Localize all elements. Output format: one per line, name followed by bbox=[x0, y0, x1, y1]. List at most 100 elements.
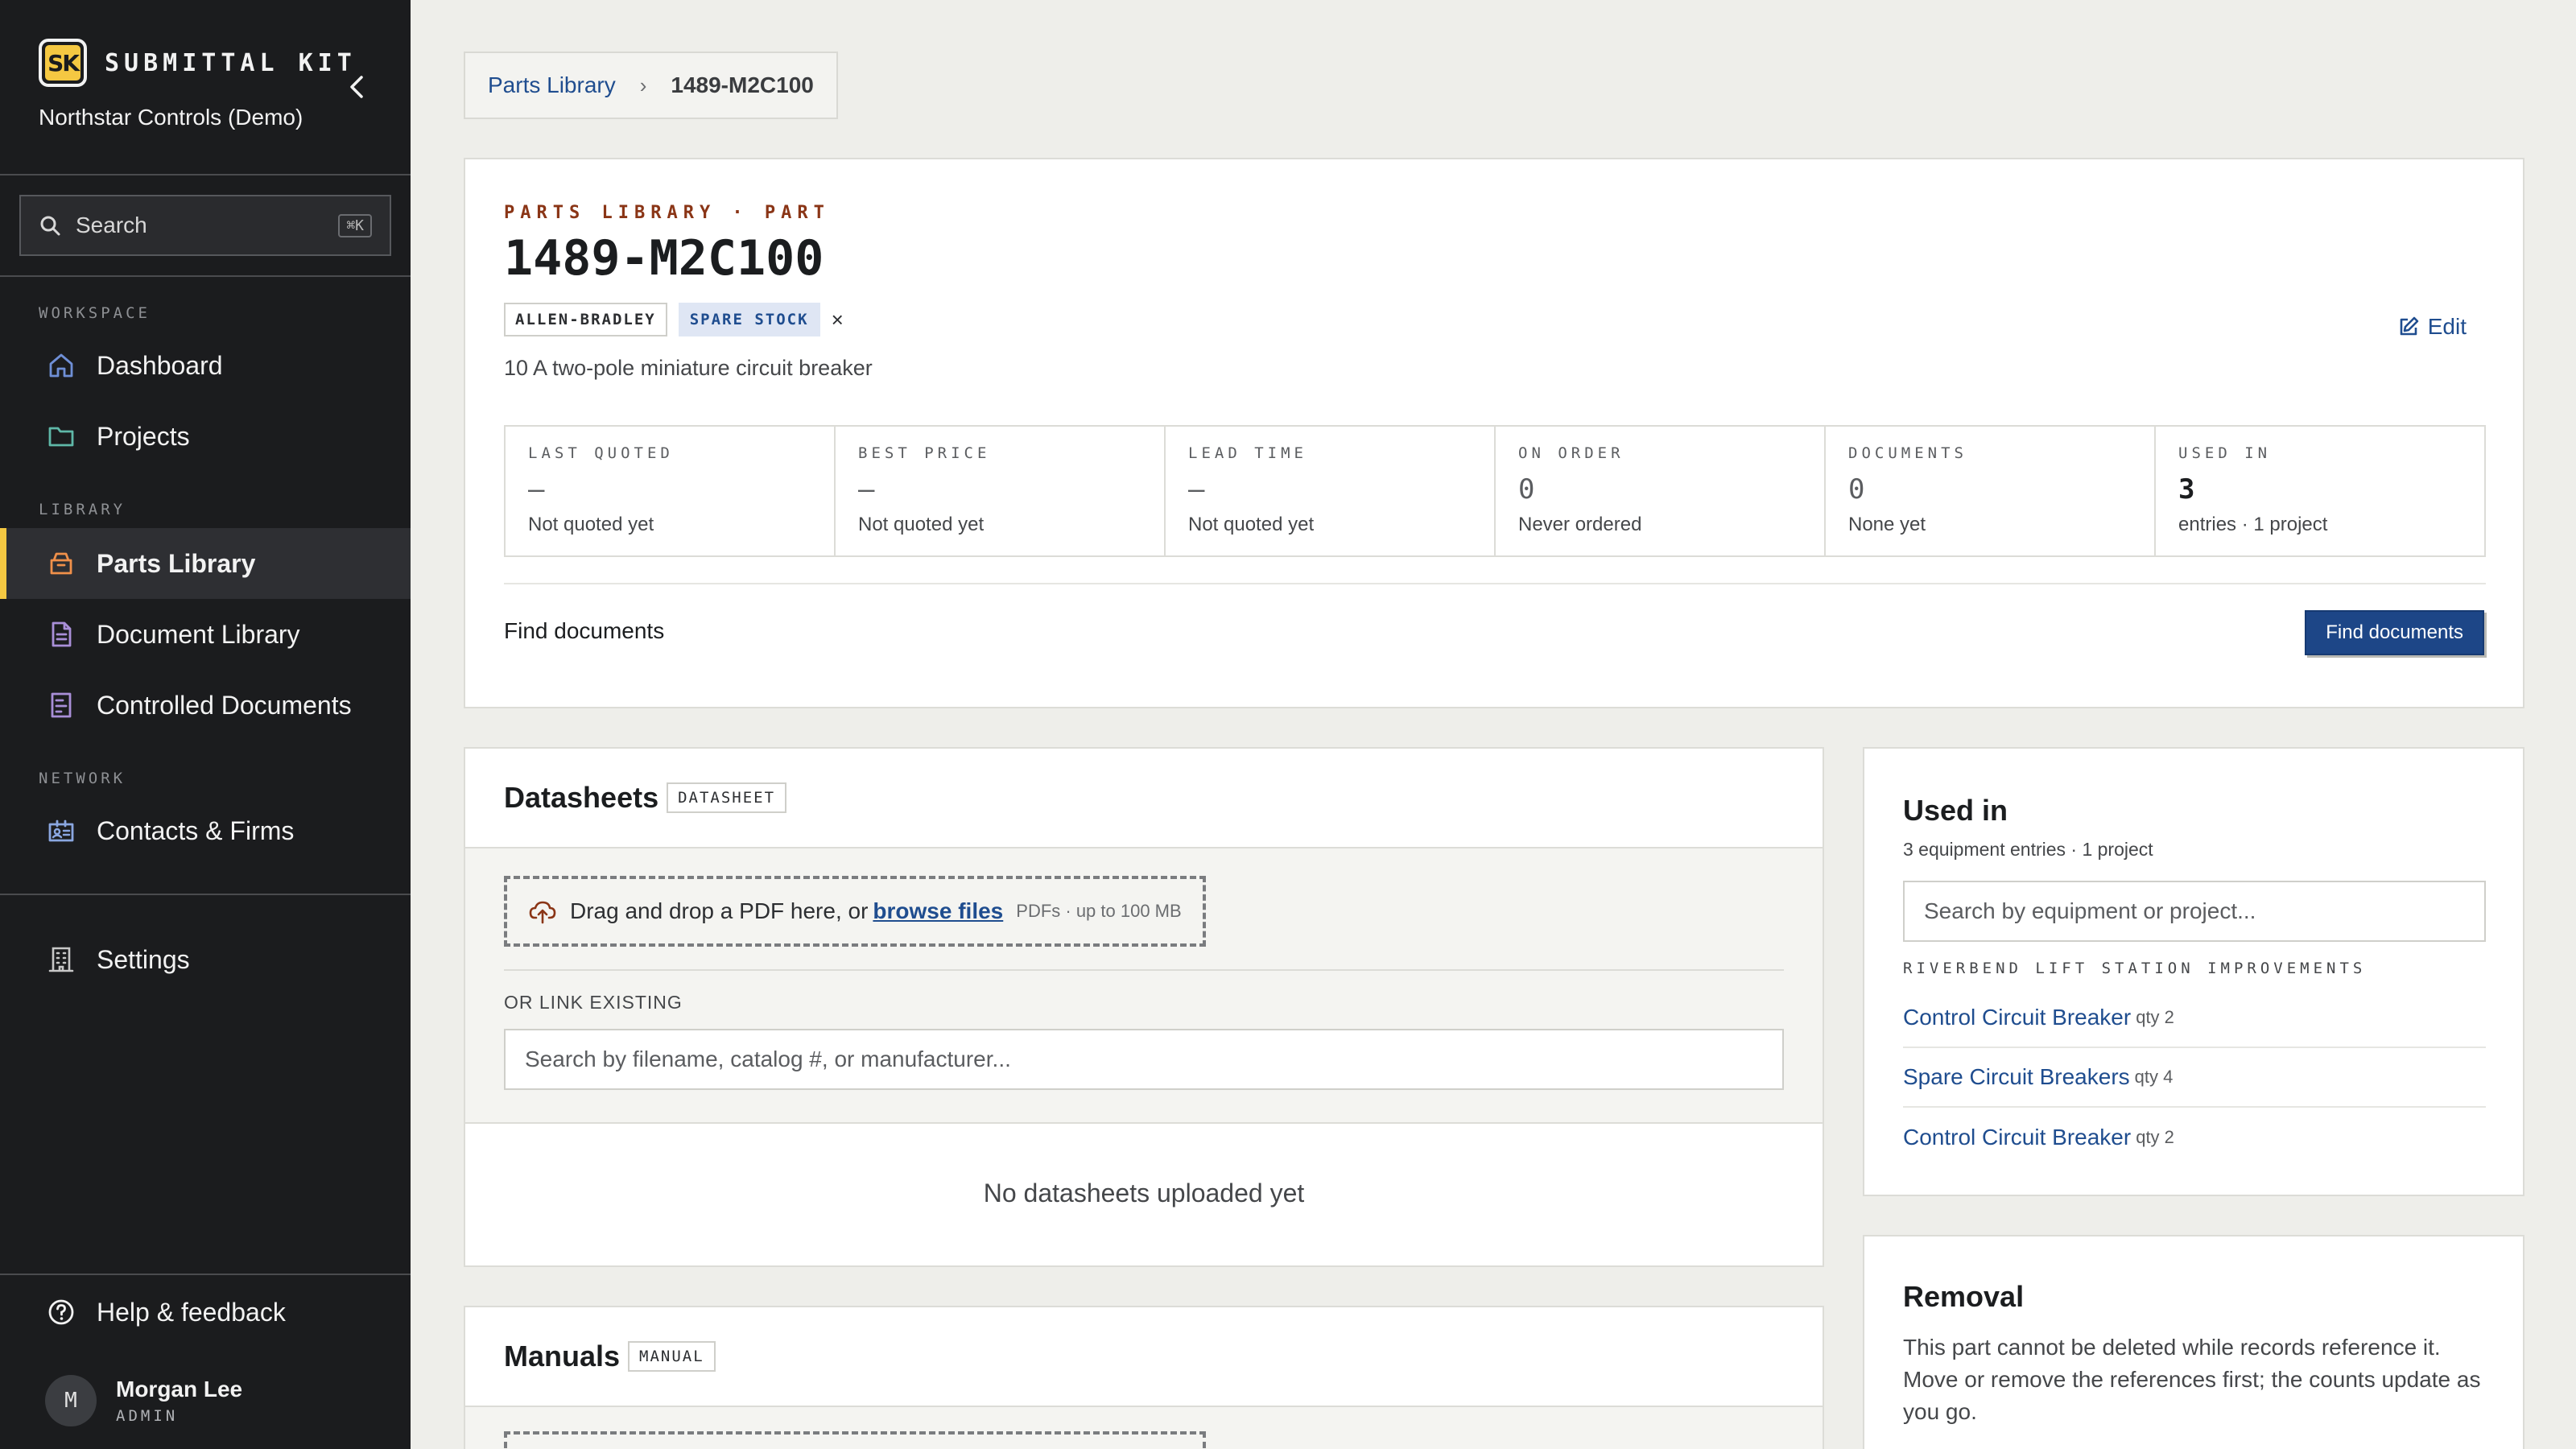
stat-value: 0 bbox=[1518, 473, 1535, 506]
used-in-subtitle: 3 equipment entries · 1 project bbox=[1903, 839, 2153, 860]
stat-sub: entries · 1 project bbox=[2178, 514, 2328, 535]
list-item: Control Circuit Breaker qty 2 bbox=[1903, 1108, 2486, 1167]
datasheets-upload-area: Drag and drop a PDF here, or browse file… bbox=[465, 847, 1823, 1124]
help-feedback-link[interactable]: Help & feedback bbox=[0, 1277, 411, 1348]
stat-label: USED IN bbox=[2178, 444, 2272, 462]
breadcrumb-current: 1489-M2C100 bbox=[671, 72, 814, 97]
sidebar-item-controlled-documents[interactable]: Controlled Documents bbox=[0, 670, 411, 741]
equipment-entry-link[interactable]: Spare Circuit Breakers bbox=[1903, 1064, 2130, 1090]
dropzone-text: Drag and drop a PDF here, or bbox=[570, 898, 869, 923]
stat-sub: Never ordered bbox=[1518, 514, 1642, 535]
sidebar-item-contacts-firms[interactable]: Contacts & Firms bbox=[0, 795, 411, 866]
nav-section-network: NETWORK bbox=[39, 770, 126, 787]
list-item: Spare Circuit Breakers qty 4 bbox=[1903, 1048, 2486, 1108]
stat-label: ON ORDER bbox=[1518, 444, 1624, 462]
search-input[interactable]: Search ⌘K bbox=[19, 195, 391, 256]
box-icon bbox=[45, 547, 77, 580]
edit-label: Edit bbox=[2427, 314, 2467, 339]
stat-label: DOCUMENTS bbox=[1848, 444, 1967, 462]
or-link-existing-label: OR LINK EXISTING bbox=[504, 992, 683, 1013]
manuals-header: Manuals MANUAL bbox=[504, 1340, 716, 1373]
stat-label: BEST PRICE bbox=[858, 444, 991, 462]
used-in-search-input[interactable]: Search by equipment or project... bbox=[1903, 881, 2486, 942]
sidebar-item-label: Controlled Documents bbox=[97, 690, 352, 720]
sidebar: SK SUBMITTAL KIT Northstar Controls (Dem… bbox=[0, 0, 411, 1449]
stat-on-order: ON ORDER 0 Never ordered bbox=[1496, 427, 1826, 555]
divider bbox=[504, 583, 2486, 584]
status-badge[interactable]: SPARE STOCK bbox=[678, 303, 820, 336]
sidebar-item-label: Contacts & Firms bbox=[97, 815, 295, 845]
part-stats: LAST QUOTED — Not quoted yet BEST PRICE … bbox=[504, 425, 2486, 557]
part-summary-card: PARTS LIBRARY · PART 1489-M2C100 ALLEN-B… bbox=[464, 158, 2524, 708]
user-role: ADMIN bbox=[116, 1407, 179, 1425]
nav-section-library: LIBRARY bbox=[39, 501, 126, 518]
part-description: 10 A two-pole miniature circuit breaker bbox=[504, 356, 873, 380]
entry-qty: qty 4 bbox=[2134, 1067, 2174, 1087]
brand[interactable]: SK SUBMITTAL KIT bbox=[39, 39, 357, 87]
sidebar-item-parts-library[interactable]: Parts Library bbox=[0, 528, 411, 599]
equipment-entry-link[interactable]: Control Circuit Breaker bbox=[1903, 1125, 2131, 1150]
project-group-label: RIVERBEND LIFT STATION IMPROVEMENTS bbox=[1903, 960, 2367, 977]
part-eyebrow: PARTS LIBRARY · PART bbox=[504, 203, 830, 223]
folder-icon bbox=[45, 420, 77, 452]
stat-sub: Not quoted yet bbox=[858, 514, 985, 535]
app-logo: SK bbox=[39, 39, 87, 87]
nav-section-workspace: WORKSPACE bbox=[39, 304, 151, 322]
manuals-title: Manuals bbox=[504, 1340, 621, 1373]
sidebar-item-label: Document Library bbox=[97, 619, 300, 649]
sidebar-item-projects[interactable]: Projects bbox=[0, 401, 411, 472]
used-in-list: Control Circuit Breaker qty 2 Spare Circ… bbox=[1903, 989, 2486, 1167]
sidebar-item-settings[interactable]: Settings bbox=[0, 924, 411, 995]
stat-label: LEAD TIME bbox=[1188, 444, 1307, 462]
removal-text: This part cannot be deleted while record… bbox=[1903, 1335, 2481, 1424]
used-in-title: Used in bbox=[1903, 794, 2008, 827]
breadcrumb-parts-library-link[interactable]: Parts Library bbox=[488, 72, 616, 98]
removal-card: Removal This part cannot be deleted whil… bbox=[1863, 1235, 2524, 1449]
sidebar-item-label: Settings bbox=[97, 944, 190, 974]
chevron-left-icon bbox=[350, 76, 363, 98]
manual-dropzone[interactable] bbox=[504, 1431, 1206, 1449]
search-label: Search bbox=[76, 213, 147, 237]
find-documents-label: Find documents bbox=[504, 618, 665, 643]
list-item: Control Circuit Breaker qty 2 bbox=[1903, 989, 2486, 1048]
user-menu[interactable]: M Morgan Lee ADMIN bbox=[45, 1375, 242, 1426]
manual-type-tag: MANUAL bbox=[628, 1341, 716, 1372]
browse-files-link[interactable]: browse files bbox=[873, 898, 1003, 924]
user-name: Morgan Lee bbox=[116, 1377, 243, 1402]
entry-qty: qty 2 bbox=[2136, 1007, 2174, 1027]
stat-last-quoted: LAST QUOTED — Not quoted yet bbox=[506, 427, 836, 555]
find-documents-button[interactable]: Find documents bbox=[2305, 610, 2484, 655]
stat-used-in: USED IN 3 entries · 1 project bbox=[2156, 427, 2484, 555]
entry-qty: qty 2 bbox=[2136, 1127, 2174, 1147]
link-existing-search-input[interactable]: Search by filename, catalog #, or manufa… bbox=[504, 1029, 1784, 1090]
sidebar-divider bbox=[0, 275, 411, 277]
collapse-sidebar-button[interactable] bbox=[342, 71, 371, 103]
dropzone-hint: PDFs · up to 100 MB bbox=[1016, 901, 1182, 921]
stat-sub: Not quoted yet bbox=[528, 514, 654, 535]
stat-label: LAST QUOTED bbox=[528, 444, 674, 462]
home-icon bbox=[45, 349, 77, 382]
sidebar-item-document-library[interactable]: Document Library bbox=[0, 599, 411, 670]
equipment-entry-link[interactable]: Control Circuit Breaker bbox=[1903, 1005, 2131, 1030]
controlled-document-icon bbox=[45, 689, 77, 721]
search-shortcut: ⌘K bbox=[338, 213, 372, 237]
removal-title: Removal bbox=[1903, 1280, 2025, 1313]
building-icon bbox=[45, 943, 77, 976]
datasheets-title: Datasheets bbox=[504, 781, 659, 814]
breadcrumb: Parts Library › 1489-M2C100 bbox=[464, 52, 838, 119]
org-name: Northstar Controls (Demo) bbox=[39, 105, 303, 130]
edit-button[interactable]: Edit bbox=[2397, 314, 2467, 340]
manufacturer-tag[interactable]: ALLEN-BRADLEY bbox=[504, 303, 667, 336]
sidebar-item-dashboard[interactable]: Dashboard bbox=[0, 330, 411, 401]
search-icon bbox=[40, 216, 60, 236]
upload-cloud-icon bbox=[529, 901, 556, 924]
stat-best-price: BEST PRICE — Not quoted yet bbox=[836, 427, 1166, 555]
contact-card-icon bbox=[45, 815, 77, 847]
sidebar-divider bbox=[0, 1274, 411, 1275]
remove-tag-button[interactable]: × bbox=[832, 308, 844, 332]
datasheets-empty-state: No datasheets uploaded yet bbox=[983, 1179, 1305, 1208]
pdf-dropzone[interactable]: Drag and drop a PDF here, or browse file… bbox=[504, 876, 1206, 947]
help-label: Help & feedback bbox=[97, 1297, 286, 1327]
edit-icon bbox=[2400, 316, 2419, 336]
stat-lead-time: LEAD TIME — Not quoted yet bbox=[1166, 427, 1496, 555]
